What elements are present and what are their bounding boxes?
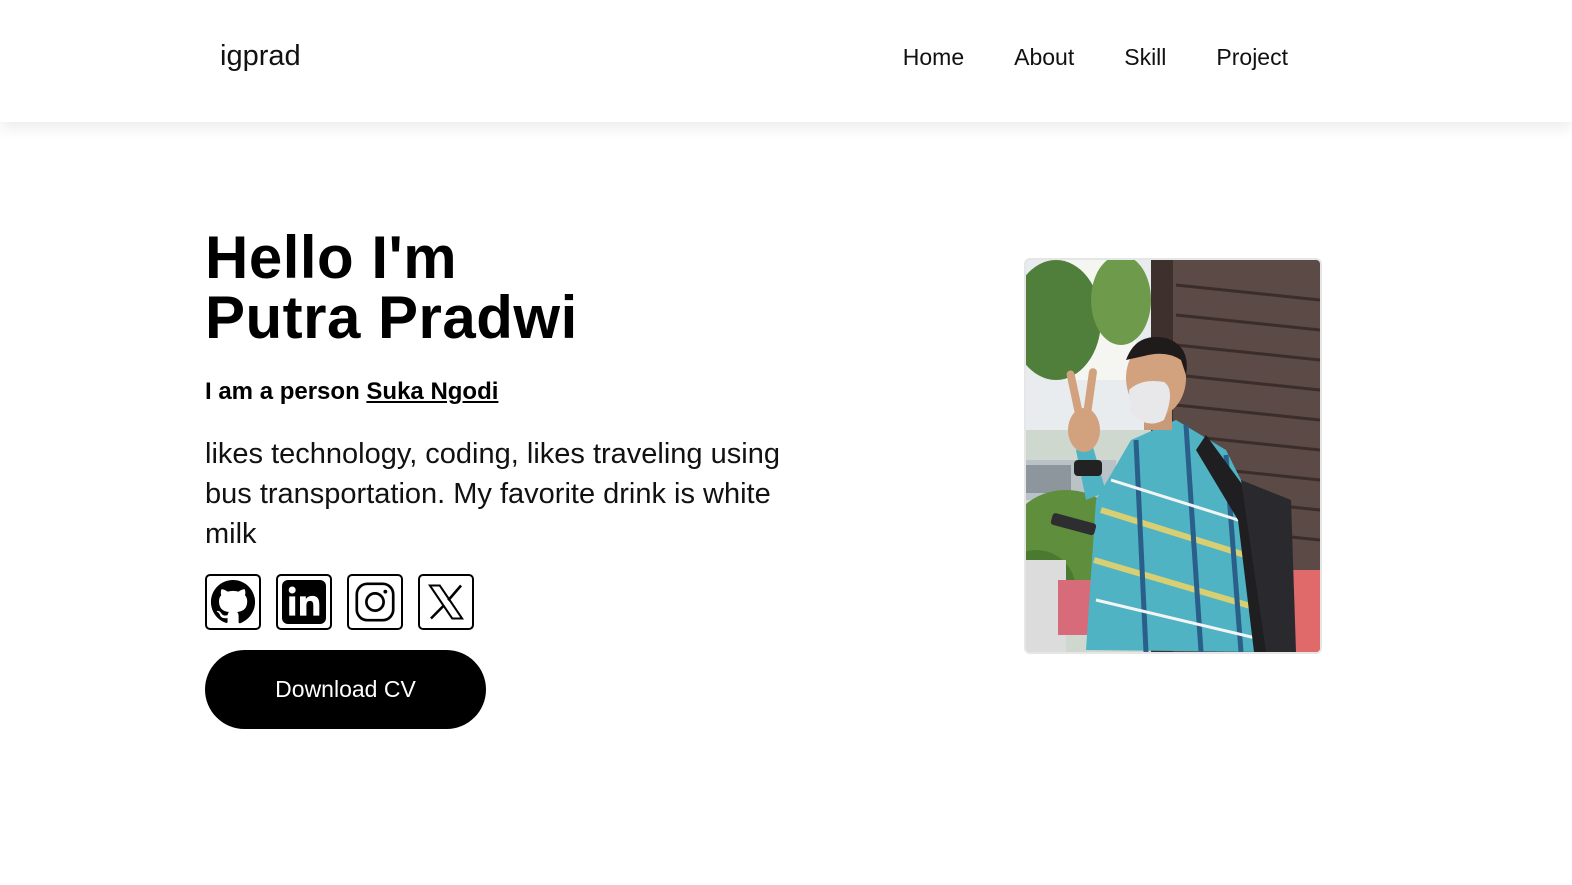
navbar: igprad Home About Skill Project (0, 0, 1572, 122)
profile-photo-illustration (1026, 260, 1320, 652)
hero-description: likes technology, coding, likes travelin… (205, 438, 780, 550)
nav-link-project[interactable]: Project (1216, 44, 1288, 70)
nav-link-skill[interactable]: Skill (1124, 44, 1166, 70)
nav-item-project: Project (1216, 44, 1288, 71)
hero-section: Hello I'm Putra Pradwi I am a person Suk… (205, 228, 825, 729)
tagline-prefix: I am a person (205, 378, 360, 405)
brand-logo[interactable]: igprad (220, 40, 301, 73)
nav-item-about: About (1014, 44, 1074, 71)
instagram-icon (355, 582, 395, 622)
social-links (205, 574, 825, 630)
nav-item-home: Home (903, 44, 964, 71)
tagline: I am a person Suka Ngodi (205, 378, 825, 406)
linkedin-icon (282, 580, 326, 624)
nav-links: Home About Skill Project (903, 44, 1288, 71)
github-icon (210, 579, 256, 624)
tagline-link[interactable]: Suka Ngodi (366, 378, 498, 405)
nav-item-skill: Skill (1124, 44, 1166, 71)
hero-title-line2: Putra Pradwi (205, 284, 578, 351)
linkedin-link[interactable] (276, 574, 332, 630)
nav-link-about[interactable]: About (1014, 44, 1074, 70)
profile-photo (1024, 258, 1322, 654)
hero-title: Hello I'm Putra Pradwi (205, 228, 825, 348)
nav-link-home[interactable]: Home (903, 44, 964, 70)
x-link[interactable] (418, 574, 474, 630)
download-cv-button[interactable]: Download CV (205, 650, 486, 729)
instagram-link[interactable] (347, 574, 403, 630)
hero-title-line1: Hello I'm (205, 224, 458, 291)
github-link[interactable] (205, 574, 261, 630)
x-icon (427, 584, 465, 620)
